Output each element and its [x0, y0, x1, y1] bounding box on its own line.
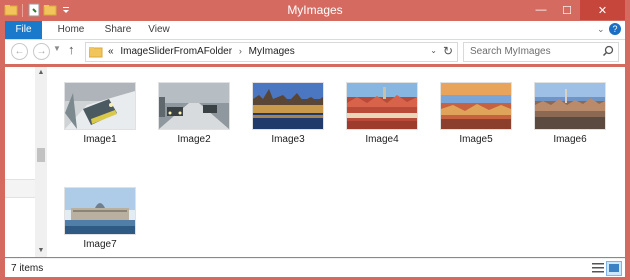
back-button[interactable]: ←	[11, 43, 28, 60]
large-icons-view-icon	[609, 264, 619, 272]
breadcrumb: « ImageSliderFromAFolder › MyImages	[108, 46, 299, 57]
image-thumbnail[interactable]	[440, 82, 512, 130]
navigation-bar: ← → ▼ ↑ « ImageSliderFromAFolder › MyIma…	[5, 40, 625, 64]
file-item-image3[interactable]: Image3	[248, 82, 328, 145]
file-item-image5[interactable]: Image5	[436, 82, 516, 145]
window-controls: — ☐ ✕	[528, 0, 625, 20]
address-dropdown-icon[interactable]: ⌄	[430, 46, 437, 55]
navigation-pane[interactable]: ▲ ▼	[5, 67, 48, 257]
file-item-image4[interactable]: Image4	[342, 82, 422, 145]
file-name: Image4	[365, 134, 399, 145]
file-item-image1[interactable]: Image1	[60, 82, 140, 145]
scroll-up-arrow-icon[interactable]: ▲	[35, 67, 47, 79]
breadcrumb-overflow[interactable]: «	[108, 46, 114, 57]
explorer-window: MyImages — ☐ ✕ File Home Share View ⌄ ? …	[0, 0, 630, 280]
address-bar[interactable]: « ImageSliderFromAFolder › MyImages ⌄ ↻	[85, 42, 458, 62]
breadcrumb-item-imagesliderfromafolder[interactable]: ImageSliderFromAFolder	[120, 46, 232, 57]
file-name: Image7	[83, 239, 117, 250]
file-name: Image6	[553, 134, 587, 145]
expand-ribbon-icon[interactable]: ⌄	[597, 24, 607, 34]
image-thumbnail[interactable]	[64, 82, 136, 130]
file-name: Image3	[271, 134, 305, 145]
tab-view[interactable]: View	[144, 21, 174, 39]
image-thumbnail[interactable]	[534, 82, 606, 130]
details-view-button[interactable]	[591, 261, 605, 274]
scrollbar-thumb[interactable]	[37, 148, 45, 162]
tab-file[interactable]: File	[5, 21, 42, 39]
search-input[interactable]: Search MyImages	[470, 46, 551, 57]
breadcrumb-item-myimages[interactable]: MyImages	[249, 46, 295, 57]
help-icon[interactable]: ?	[609, 23, 621, 35]
image-thumbnail[interactable]	[346, 82, 418, 130]
tab-share[interactable]: Share	[100, 21, 136, 39]
search-box[interactable]: Search MyImages	[463, 42, 619, 62]
file-item-image6[interactable]: Image6	[530, 82, 610, 145]
up-button[interactable]: ↑	[68, 42, 75, 57]
status-bar: 7 items	[5, 258, 625, 277]
item-count: 7 items	[11, 263, 44, 274]
breadcrumb-chevron-icon[interactable]: ›	[239, 46, 242, 56]
scroll-down-arrow-icon[interactable]: ▼	[35, 245, 47, 257]
forward-button[interactable]: →	[33, 43, 50, 60]
folder-icon	[88, 46, 103, 61]
minimize-button[interactable]: —	[528, 0, 554, 20]
file-item-image2[interactable]: Image2	[154, 82, 234, 145]
image-thumbnail[interactable]	[64, 187, 136, 235]
maximize-button[interactable]: ☐	[554, 0, 580, 20]
file-name: Image5	[459, 134, 493, 145]
navigation-pane-scrollbar[interactable]: ▲ ▼	[35, 67, 47, 257]
file-item-image7[interactable]: Image7	[60, 187, 140, 250]
file-name: Image1	[83, 134, 117, 145]
large-icons-view-button[interactable]	[606, 261, 622, 276]
file-name: Image2	[177, 134, 211, 145]
ribbon-tabs: File Home Share View ⌄ ?	[5, 21, 625, 40]
close-button[interactable]: ✕	[580, 0, 625, 20]
details-view-icon	[592, 263, 604, 273]
search-icon[interactable]	[602, 45, 614, 60]
title-bar: MyImages — ☐ ✕	[0, 0, 630, 21]
image-thumbnail[interactable]	[252, 82, 324, 130]
content-area: ▲ ▼ Image1 Image2 Image3 Image4 Image5 I…	[5, 67, 625, 257]
tab-home[interactable]: Home	[53, 21, 89, 39]
recent-locations-dropdown[interactable]: ▼	[53, 44, 61, 53]
image-thumbnail[interactable]	[158, 82, 230, 130]
refresh-icon[interactable]: ↻	[443, 44, 453, 58]
file-list: Image1 Image2 Image3 Image4 Image5 Image…	[53, 67, 625, 257]
